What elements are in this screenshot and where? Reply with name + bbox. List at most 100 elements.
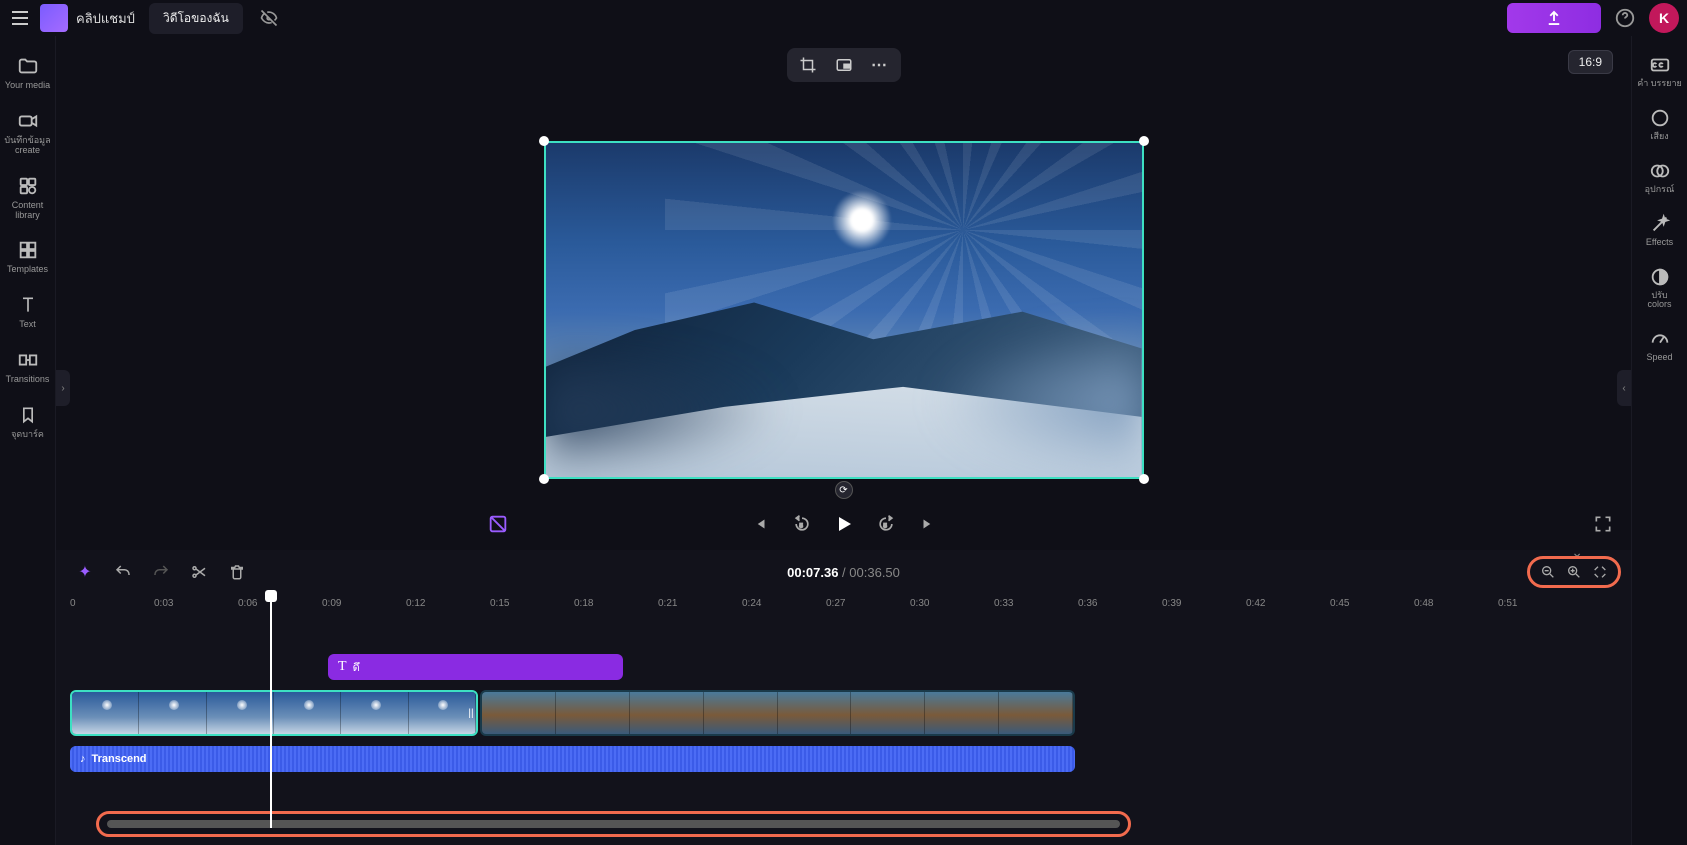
prop-colors[interactable]: ปรับ colors	[1634, 258, 1686, 319]
canvas[interactable]: ⟳	[544, 141, 1144, 479]
pip-icon[interactable]	[831, 52, 857, 78]
contrast-icon	[1649, 266, 1671, 288]
camera-icon	[16, 109, 40, 133]
crop-icon[interactable]	[795, 52, 821, 78]
prop-label: Speed	[1646, 353, 1672, 363]
aspect-ratio-button[interactable]: 16:9	[1568, 50, 1613, 74]
prop-label: อุปกรณ์	[1645, 185, 1675, 195]
sidebar-transitions[interactable]: Transitions	[2, 340, 54, 393]
ruler-tick: 0:15	[490, 598, 509, 609]
menu-button[interactable]	[8, 6, 32, 30]
sidebar-brand[interactable]: จุดบาร์ค	[2, 395, 54, 448]
timecode: 00:07.36 / 00:36.50	[787, 565, 900, 580]
rewind-icon[interactable]: 5	[790, 512, 814, 536]
ruler-tick: 0:06	[238, 598, 257, 609]
playhead[interactable]	[270, 594, 272, 828]
clip-label: ดึ	[353, 658, 360, 676]
more-icon[interactable]: ⋯	[867, 52, 893, 78]
help-icon[interactable]	[1611, 4, 1639, 32]
prop-label: เสียง	[1650, 132, 1668, 142]
hide-icon[interactable]	[257, 6, 281, 30]
trim-handle[interactable]: ||	[466, 692, 476, 734]
export-button[interactable]	[1507, 3, 1601, 33]
prop-effects[interactable]: Effects	[1634, 205, 1686, 256]
video-clip-2[interactable]	[480, 690, 1075, 736]
prop-speed[interactable]: Speed	[1634, 320, 1686, 371]
video-clip-1[interactable]: || ||	[70, 690, 478, 736]
zoom-in-icon[interactable]	[1564, 562, 1584, 582]
remove-bg-icon[interactable]	[486, 512, 510, 536]
sidebar-item-label: Text	[19, 320, 36, 330]
zoom-out-icon[interactable]	[1538, 562, 1558, 582]
sidebar-templates[interactable]: Templates	[2, 230, 54, 283]
grid-icon	[16, 238, 40, 262]
prop-label: ปรับ colors	[1647, 291, 1671, 311]
play-button[interactable]	[832, 512, 856, 536]
delete-icon[interactable]	[226, 561, 248, 583]
sidebar-your-media[interactable]: Your media	[2, 46, 54, 99]
resize-handle[interactable]	[1139, 474, 1149, 484]
transition-icon	[16, 348, 40, 372]
sidebar-content-library[interactable]: Content library	[2, 166, 54, 229]
avatar[interactable]: K	[1649, 3, 1679, 33]
skip-end-icon[interactable]	[916, 512, 940, 536]
sidebar-text[interactable]: Text	[2, 285, 54, 338]
ruler-tick: 0:42	[1246, 598, 1265, 609]
folder-icon	[16, 54, 40, 78]
cc-icon	[1649, 54, 1671, 76]
overlap-icon	[1649, 160, 1671, 182]
fullscreen-icon[interactable]	[1591, 512, 1615, 536]
ruler-tick: 0:48	[1414, 598, 1433, 609]
svg-text:5: 5	[883, 523, 886, 529]
text-clip[interactable]: T ดึ	[328, 654, 623, 680]
prop-label: Effects	[1646, 238, 1673, 248]
text-icon: T	[338, 659, 347, 675]
gauge-icon	[1649, 328, 1671, 350]
timeline: ✦ 00:07.36 / 00:36.50 ⌄ 00:030:060:090:1…	[56, 550, 1631, 845]
svg-text:5: 5	[799, 523, 802, 529]
prop-audio[interactable]: เสียง	[1634, 99, 1686, 150]
text-icon	[16, 293, 40, 317]
resize-handle[interactable]	[539, 474, 549, 484]
sidebar-item-label: Transitions	[6, 375, 50, 385]
split-icon[interactable]	[188, 561, 210, 583]
redo-icon[interactable]	[150, 561, 172, 583]
ruler-tick: 0:18	[574, 598, 593, 609]
zoom-controls-highlight	[1527, 556, 1621, 588]
resize-handle[interactable]	[539, 136, 549, 146]
right-sidebar: คำ บรรยาย เสียง อุปกรณ์ Effects ปรับ col…	[1631, 36, 1687, 845]
forward-icon[interactable]: 5	[874, 512, 898, 536]
shapes-icon	[16, 174, 40, 198]
ruler-tick: 0:12	[406, 598, 425, 609]
prop-captions[interactable]: คำ บรรยาย	[1634, 46, 1686, 97]
undo-icon[interactable]	[112, 561, 134, 583]
horizontal-scrollbar-highlight	[96, 811, 1131, 837]
ruler-tick: 0:36	[1078, 598, 1097, 609]
left-sidebar: Your media บันทึกข้อมูล create Content l…	[0, 36, 56, 845]
audio-clip[interactable]: ♪Transcend	[70, 746, 1075, 772]
sidebar-item-label: Content library	[2, 201, 54, 221]
ruler-tick: 0:51	[1498, 598, 1517, 609]
zoom-fit-icon[interactable]	[1590, 562, 1610, 582]
ruler[interactable]: 00:030:060:090:120:150:180:210:240:270:3…	[56, 594, 1631, 618]
project-tab[interactable]: วิดีโอของฉัน	[149, 3, 243, 34]
skip-start-icon[interactable]	[748, 512, 772, 536]
ruler-tick: 0	[70, 598, 76, 609]
sidebar-item-label: บันทึกข้อมูล create	[4, 136, 50, 156]
ruler-tick: 0:45	[1330, 598, 1349, 609]
app-name: คลิปแชมป์	[76, 8, 135, 29]
sidebar-record[interactable]: บันทึกข้อมูล create	[2, 101, 54, 164]
sidebar-item-label: จุดบาร์ค	[11, 430, 44, 440]
waveform	[70, 746, 1075, 772]
circle-icon	[1649, 107, 1671, 129]
ruler-tick: 0:24	[742, 598, 761, 609]
prop-filters[interactable]: อุปกรณ์	[1634, 152, 1686, 203]
app-logo	[40, 4, 68, 32]
horizontal-scrollbar[interactable]	[107, 820, 1120, 828]
wand-icon	[1649, 213, 1671, 235]
sparkle-icon[interactable]: ✦	[74, 561, 96, 583]
rotate-handle[interactable]: ⟳	[835, 481, 853, 499]
resize-handle[interactable]	[1139, 136, 1149, 146]
sidebar-item-label: Your media	[5, 81, 50, 91]
ruler-tick: 0:21	[658, 598, 677, 609]
